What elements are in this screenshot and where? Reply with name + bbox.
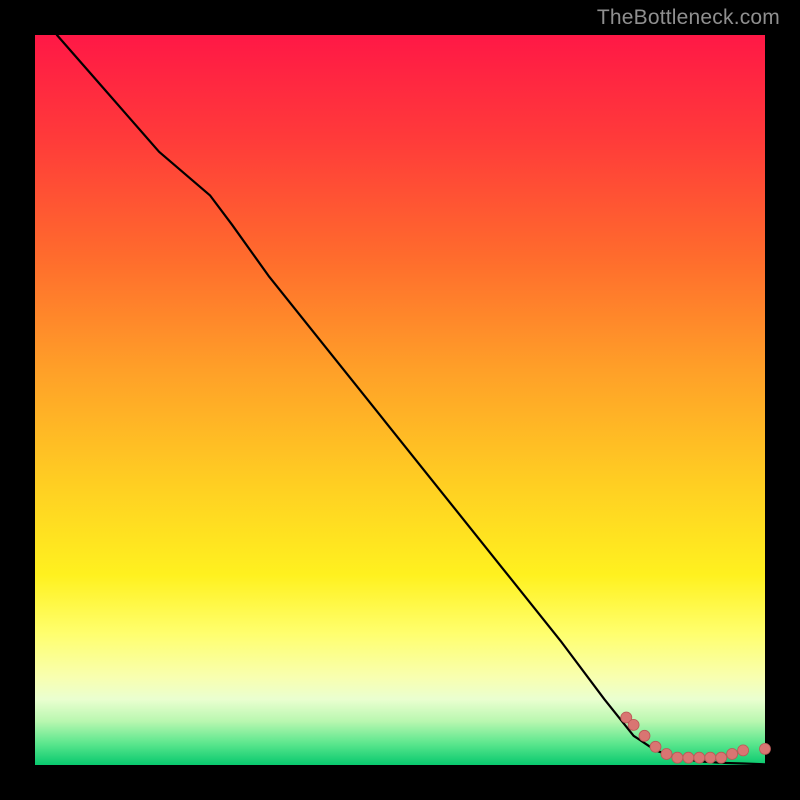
scatter-dots <box>621 712 771 763</box>
scatter-dot <box>727 749 738 760</box>
scatter-dot <box>705 752 716 763</box>
scatter-dot <box>694 752 705 763</box>
scatter-dot <box>716 752 727 763</box>
chart-svg <box>35 35 765 765</box>
watermark-text: TheBottleneck.com <box>597 6 780 30</box>
scatter-dot <box>661 749 672 760</box>
chart-frame: TheBottleneck.com <box>0 0 800 800</box>
scatter-dot <box>683 752 694 763</box>
bottleneck-curve <box>57 35 765 764</box>
scatter-dot <box>639 730 650 741</box>
plot-area <box>35 35 765 765</box>
scatter-dot <box>650 741 661 752</box>
scatter-dot <box>760 743 771 754</box>
scatter-dot <box>672 752 683 763</box>
scatter-dot <box>738 745 749 756</box>
scatter-dot <box>628 719 639 730</box>
